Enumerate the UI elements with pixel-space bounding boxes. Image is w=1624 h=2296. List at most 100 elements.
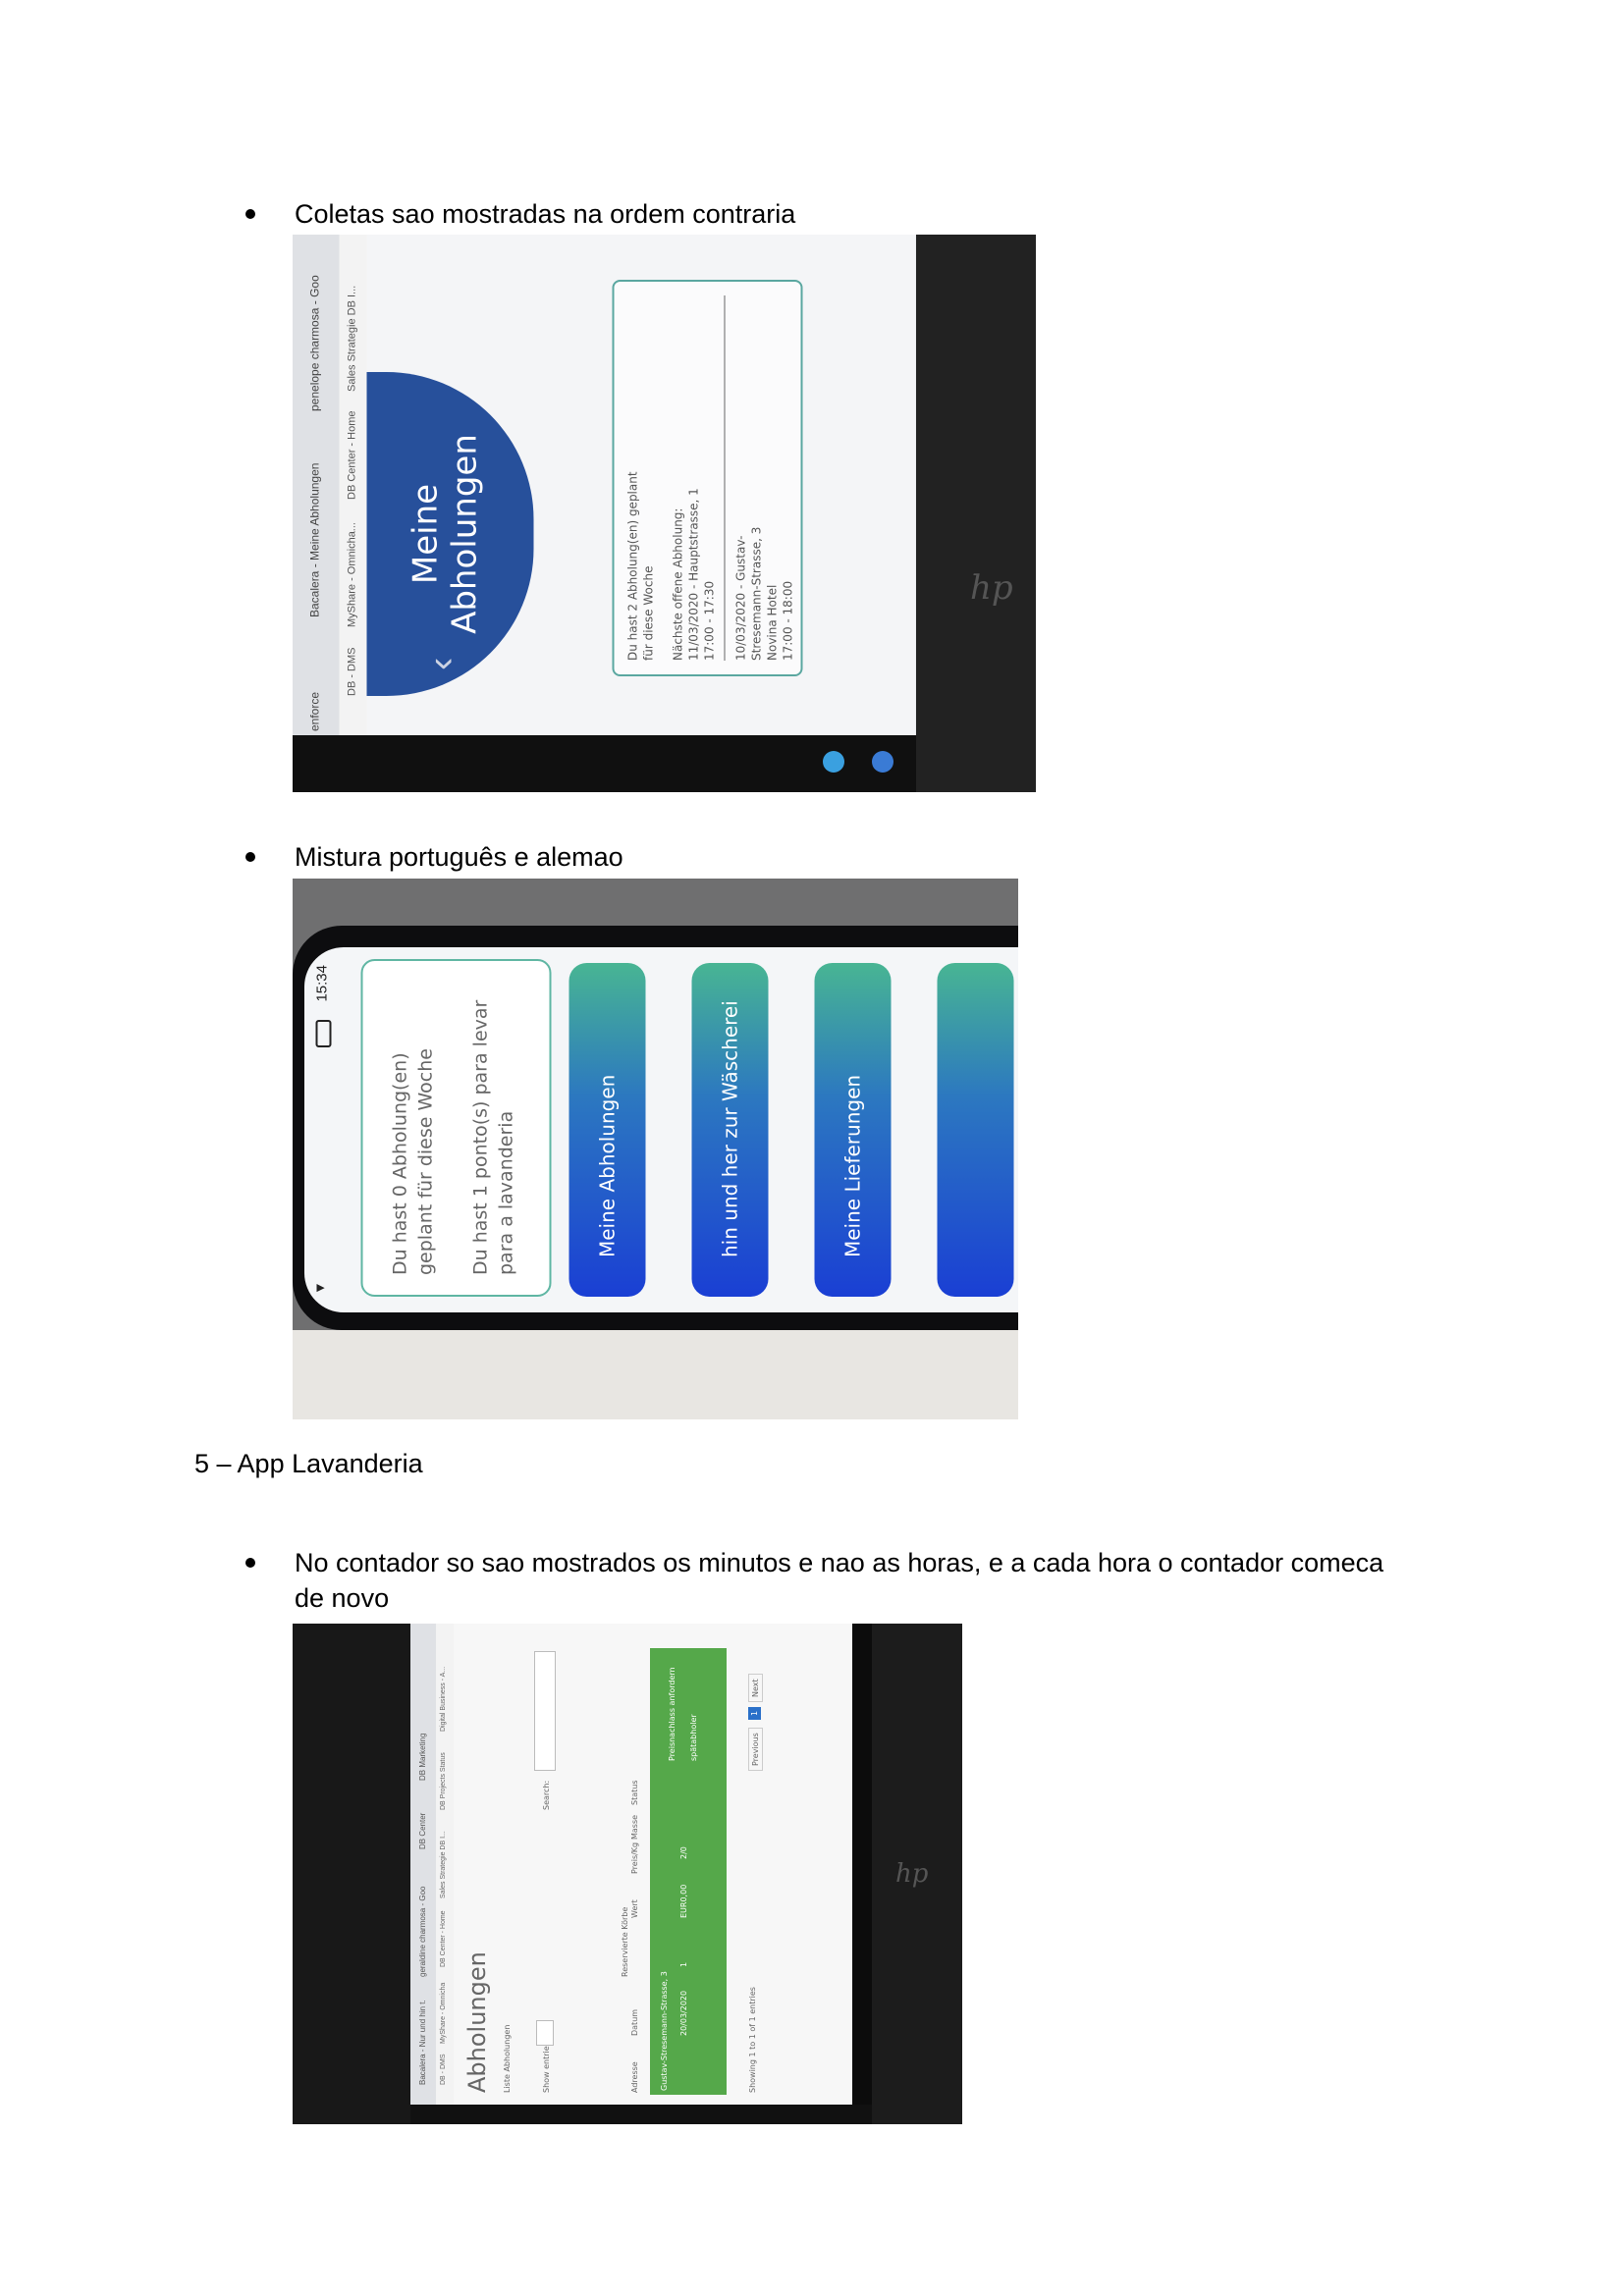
partial-menu-button[interactable] bbox=[937, 963, 1014, 1297]
cell-status[interactable]: spätabholer bbox=[689, 1714, 698, 1761]
bullet-text: Mistura português e alemao bbox=[295, 842, 623, 872]
bookmark-bar: DB - DMS MyShare - Omnicha DB Center - H… bbox=[436, 1624, 454, 2105]
bookmark-item[interactable]: DB - DMS bbox=[347, 648, 358, 697]
section-heading: 5 – App Lavanderia bbox=[194, 1449, 423, 1478]
pickup-summary-card: Du hast 2 Abholung(en) geplant für diese… bbox=[612, 280, 803, 676]
cell-wert: EUR0,00 bbox=[679, 1884, 688, 1918]
photo-phone-app-home: 15:34 ▼ Du hast 0 Abholung(en) geplant f… bbox=[293, 879, 1018, 1419]
laptop-bezel: hp bbox=[872, 1624, 962, 2124]
phone-body: 15:34 ▼ Du hast 0 Abholung(en) geplant f… bbox=[293, 926, 1018, 1330]
cell-koerbe: 1 bbox=[679, 1961, 688, 1967]
app-page: Abholungen Liste Abholungen Show entries… bbox=[454, 1624, 872, 2105]
column-header[interactable]: Status bbox=[630, 1781, 639, 1806]
status-time: 15:34 bbox=[313, 965, 331, 1002]
bookmark-item[interactable]: MyShare - Omnicha... bbox=[347, 522, 358, 627]
cell-status[interactable]: Preisnachlass anfordern bbox=[668, 1667, 677, 1761]
hp-logo-icon: hp bbox=[895, 1859, 929, 1889]
bullet-dot-icon bbox=[245, 209, 255, 219]
wifi-icon: ▼ bbox=[311, 1281, 328, 1295]
taskbar-app-icon[interactable] bbox=[872, 751, 893, 773]
bullet-text: de novo bbox=[295, 1583, 390, 1613]
browser-tab[interactable]: penelope charmosa - Goo bbox=[308, 275, 322, 411]
card-text: 10/03/2020 - Gustav- bbox=[733, 535, 748, 661]
bookmark-item[interactable]: Sales Strategie DB I... bbox=[440, 1831, 447, 1898]
bookmark-item[interactable]: MyShare - Omnicha bbox=[440, 1983, 447, 2044]
bullet-item: Mistura português e alemao bbox=[245, 839, 623, 875]
bookmark-item[interactable]: DB - DMS bbox=[440, 2055, 447, 2086]
bullet-text: No contador so sao mostrados os minutos … bbox=[295, 1548, 1384, 1577]
bookmark-item[interactable]: DB Projects Status bbox=[440, 1752, 447, 1810]
card-text: Novina Hotel bbox=[765, 584, 780, 661]
search-label: Search: bbox=[542, 1780, 551, 1810]
bookmark-item[interactable]: DB Center - Home bbox=[440, 1910, 447, 1967]
card-text: für diese Woche bbox=[641, 565, 656, 661]
card-text: 17:00 - 18:00 bbox=[781, 580, 795, 661]
bookmark-item[interactable]: Sales Strategie DB I... bbox=[347, 286, 358, 392]
page-header-hero: ‹ Meine Abholungen bbox=[366, 372, 534, 696]
table-info: Showing 1 to 1 of 1 entries bbox=[748, 1987, 757, 2093]
page-title-line: Abholungen bbox=[445, 434, 485, 634]
bullet-text: Coletas sao mostradas na ordem contraria bbox=[295, 199, 796, 229]
waescherei-button[interactable]: hin und her zur Wäscherei bbox=[691, 963, 769, 1297]
browser-tab[interactable]: Bacalera - Nur und hin t. bbox=[418, 2000, 427, 2085]
card-text: para a lavanderia bbox=[495, 1110, 517, 1275]
card-text: 11/03/2020 - Hauptstrasse, 1 bbox=[686, 488, 701, 661]
card-text: Du hast 0 Abholung(en) bbox=[389, 1052, 411, 1275]
browser-tab[interactable]: DB Marketing bbox=[418, 1734, 427, 1781]
browser-tab[interactable]: enforce bbox=[308, 692, 322, 731]
bullet-dot-icon bbox=[245, 1558, 255, 1568]
card-text: Du hast 2 Abholung(en) geplant bbox=[625, 471, 640, 661]
taskbar bbox=[293, 735, 916, 792]
summary-card: Du hast 0 Abholung(en) geplant für diese… bbox=[360, 959, 552, 1297]
browser-tab-active[interactable]: Bacalera - Meine Abholungen bbox=[308, 463, 322, 617]
taskbar-app-icon[interactable] bbox=[823, 751, 844, 773]
cell-datum: 20/03/2020 bbox=[679, 1990, 688, 2036]
table-surface bbox=[293, 1330, 1018, 1419]
show-entries-label: Show entries bbox=[542, 2042, 551, 2093]
laptop-bezel: hp bbox=[916, 235, 1036, 792]
previous-button[interactable]: Previous bbox=[748, 1728, 763, 1771]
taskbar bbox=[852, 1624, 872, 2105]
browser-tab[interactable]: geraldine charmosa - Goo bbox=[418, 1887, 427, 1978]
card-text: Du hast 1 ponto(s) para levar bbox=[469, 999, 492, 1275]
bookmark-item[interactable]: Digital Business - A... bbox=[440, 1667, 447, 1732]
laptop-bezel bbox=[410, 2105, 872, 2124]
battery-icon bbox=[315, 1020, 332, 1047]
meine-lieferungen-button[interactable]: Meine Lieferungen bbox=[814, 963, 892, 1297]
laptop-screen: enforce Bacalera - Meine Abholungen pene… bbox=[293, 235, 916, 735]
column-header[interactable]: Wert bbox=[630, 1899, 639, 1918]
card-text: Stresemann-Strasse, 3 bbox=[749, 526, 764, 661]
table-row[interactable]: Gustav-Stresemann-Strasse, 3 20/03/2020 … bbox=[650, 1648, 727, 2095]
laptop-screen: Bacalera - Nur und hin t. geraldine char… bbox=[410, 1624, 872, 2105]
browser-tab[interactable]: DB Center bbox=[418, 1813, 427, 1849]
screenshot-photo-meine-abholungen: enforce Bacalera - Meine Abholungen pene… bbox=[293, 235, 1036, 792]
page-title-line: Meine bbox=[406, 483, 446, 585]
card-text: geplant für diese Woche bbox=[414, 1048, 437, 1275]
bullet-item: Coletas sao mostradas na ordem contraria bbox=[245, 196, 796, 232]
status-bar: 15:34 ▼ bbox=[304, 947, 344, 1312]
column-header[interactable]: Reservierte Körbe bbox=[621, 1907, 629, 1977]
meine-abholungen-button[interactable]: Meine Abholungen bbox=[568, 963, 646, 1297]
next-button[interactable]: Next bbox=[748, 1674, 763, 1702]
bookmark-bar: DB - DMS MyShare - Omnicha... DB Center … bbox=[339, 235, 367, 735]
column-header[interactable]: Preis/Kg bbox=[630, 1842, 639, 1874]
column-header[interactable]: Masse bbox=[630, 1815, 639, 1840]
bookmark-item[interactable]: DB Center - Home bbox=[347, 411, 358, 500]
hp-logo-icon: hp bbox=[970, 568, 1013, 608]
page-button[interactable]: 1 bbox=[748, 1706, 761, 1720]
search-input[interactable] bbox=[534, 1651, 556, 1771]
browser-tab-bar: enforce Bacalera - Meine Abholungen pene… bbox=[293, 235, 340, 735]
card-text: 17:00 - 17:30 bbox=[702, 580, 717, 661]
laptop-bezel bbox=[293, 1624, 410, 2124]
page-title: Meine Abholungen bbox=[406, 372, 485, 696]
photo-abholungen-table: Bacalera - Nur und hin t. geraldine char… bbox=[293, 1624, 962, 2124]
cell-adresse: Gustav-Stresemann-Strasse, 3 bbox=[660, 1971, 669, 2091]
page-subtitle: Liste Abholungen bbox=[503, 2024, 512, 2093]
column-header[interactable]: Datum bbox=[630, 2009, 639, 2036]
browser-tab-bar: Bacalera - Nur und hin t. geraldine char… bbox=[410, 1624, 436, 2105]
bullet-dot-icon bbox=[245, 852, 255, 862]
column-header[interactable]: Adresse bbox=[630, 2061, 639, 2093]
app-page: ‹ Meine Abholungen Du hast 2 Abholung(en… bbox=[366, 235, 916, 735]
entries-select[interactable] bbox=[536, 2020, 554, 2046]
card-divider bbox=[724, 295, 726, 661]
